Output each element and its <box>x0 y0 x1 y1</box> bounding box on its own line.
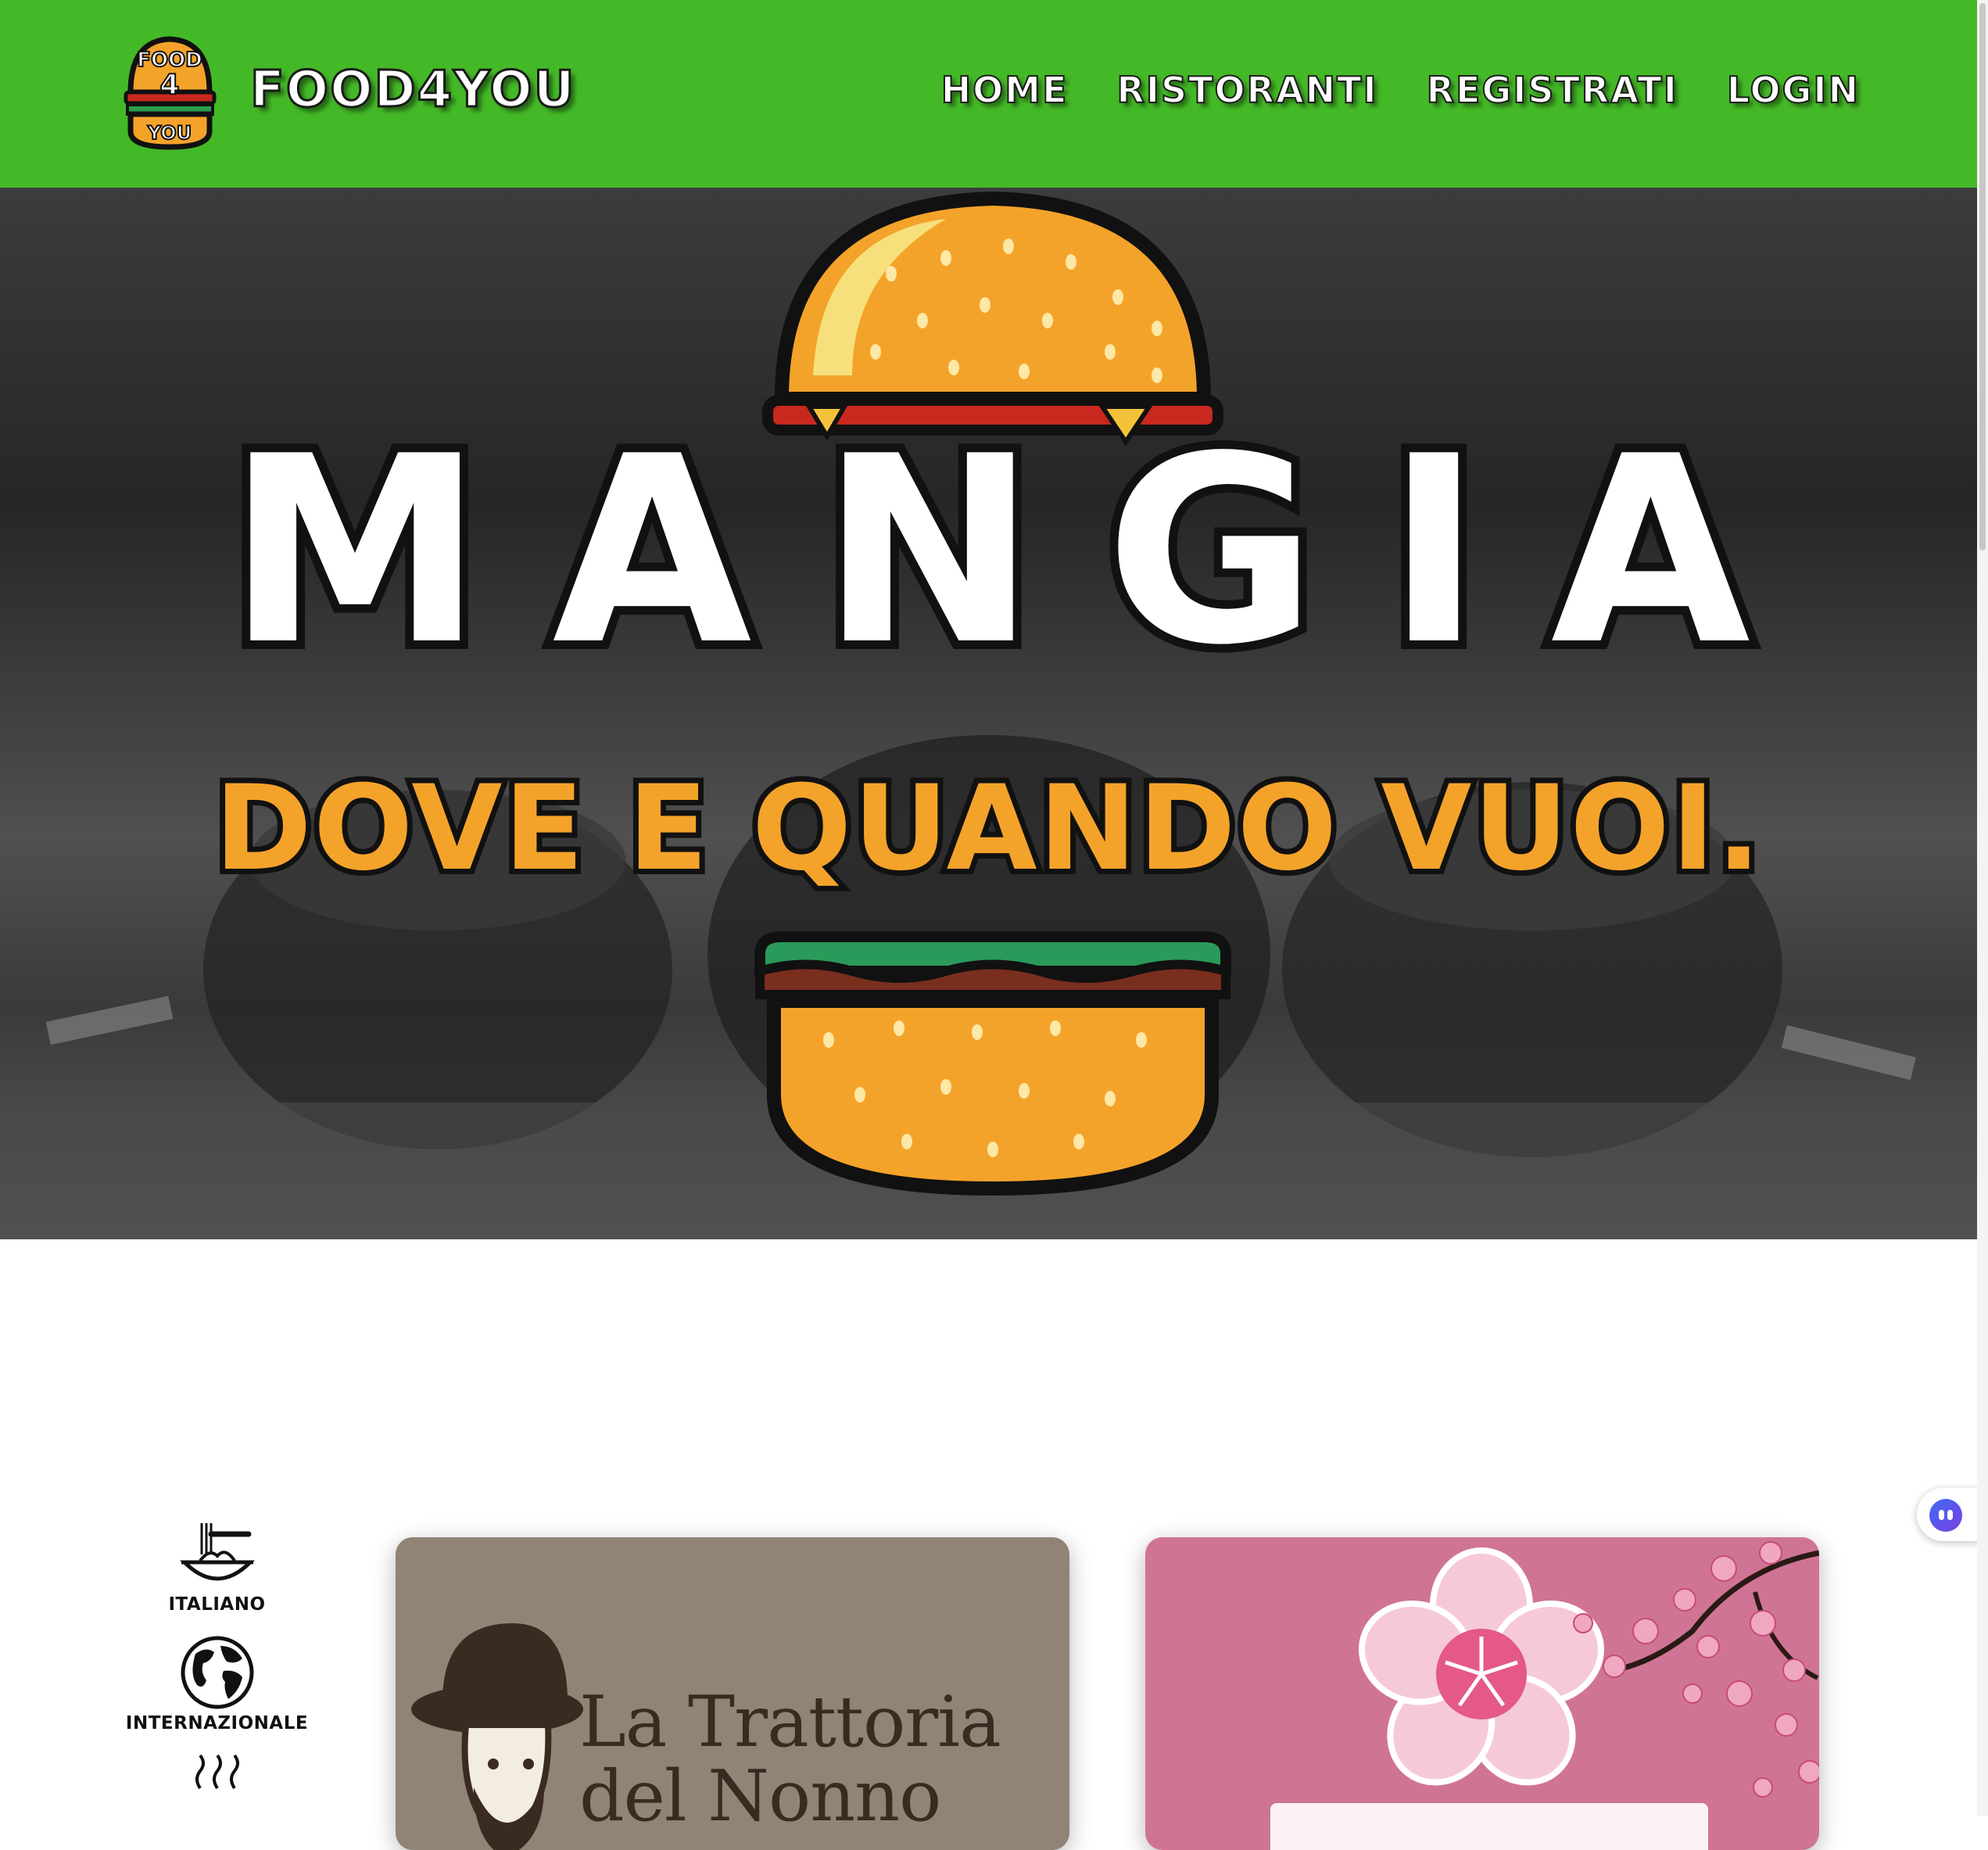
cherry-blossom-logo <box>1270 1541 1819 1850</box>
globe-icon <box>181 1636 253 1709</box>
nav-links: HOME RISTORANTI REGISTRATI LOGIN <box>940 68 1860 112</box>
category-list: ITALIANO INTERNAZIONALE <box>121 1517 313 1810</box>
burger-bottom-bun-icon <box>754 931 1231 1196</box>
category-label: INTERNAZIONALE <box>125 1713 309 1733</box>
nav-link-login[interactable]: LOGIN <box>1726 68 1860 112</box>
page-scrollbar[interactable] <box>1977 0 1988 1816</box>
brand-logo[interactable]: FOOD 4 YOU <box>121 31 219 152</box>
restaurant-card-sakura[interactable] <box>1145 1537 1819 1850</box>
category-label: ITALIANO <box>168 1594 266 1615</box>
nav-link-ristoranti[interactable]: RISTORANTI <box>1116 68 1378 112</box>
scrollbar-thumb[interactable] <box>1979 3 1986 550</box>
assistant-bot-icon <box>1929 1499 1962 1532</box>
svg-text:YOU: YOU <box>147 122 192 144</box>
spaghetti-icon <box>179 1523 255 1581</box>
category-hot-food[interactable] <box>121 1754 313 1790</box>
category-internazionale[interactable]: INTERNAZIONALE <box>121 1635 313 1733</box>
navbar: FOOD 4 YOU FOOD4YOU HOME RISTORANTI REGI… <box>0 0 1977 188</box>
category-italiano[interactable]: ITALIANO <box>121 1517 313 1615</box>
grandpa-chef-logo <box>411 1623 583 1850</box>
hero-banner: MANGIA DOVE E QUANDO VUOI. <box>0 188 1977 1239</box>
svg-text:4: 4 <box>159 69 179 101</box>
nav-link-home[interactable]: HOME <box>940 68 1069 112</box>
nav-link-registrati[interactable]: REGISTRATI <box>1426 68 1678 112</box>
chat-assistant-button[interactable] <box>1917 1488 1979 1541</box>
hero-subtitle: DOVE E QUANDO VUOI. <box>209 761 1766 897</box>
restaurant-name: La Trattoria del Nonno <box>579 1681 1001 1837</box>
brand-name[interactable]: FOOD4YOU <box>249 60 576 120</box>
hero-title: MANGIA <box>218 401 1819 701</box>
steam-bowl-icon <box>195 1754 239 1790</box>
restaurant-card-trattoria[interactable]: La Trattoria del Nonno <box>396 1537 1069 1850</box>
